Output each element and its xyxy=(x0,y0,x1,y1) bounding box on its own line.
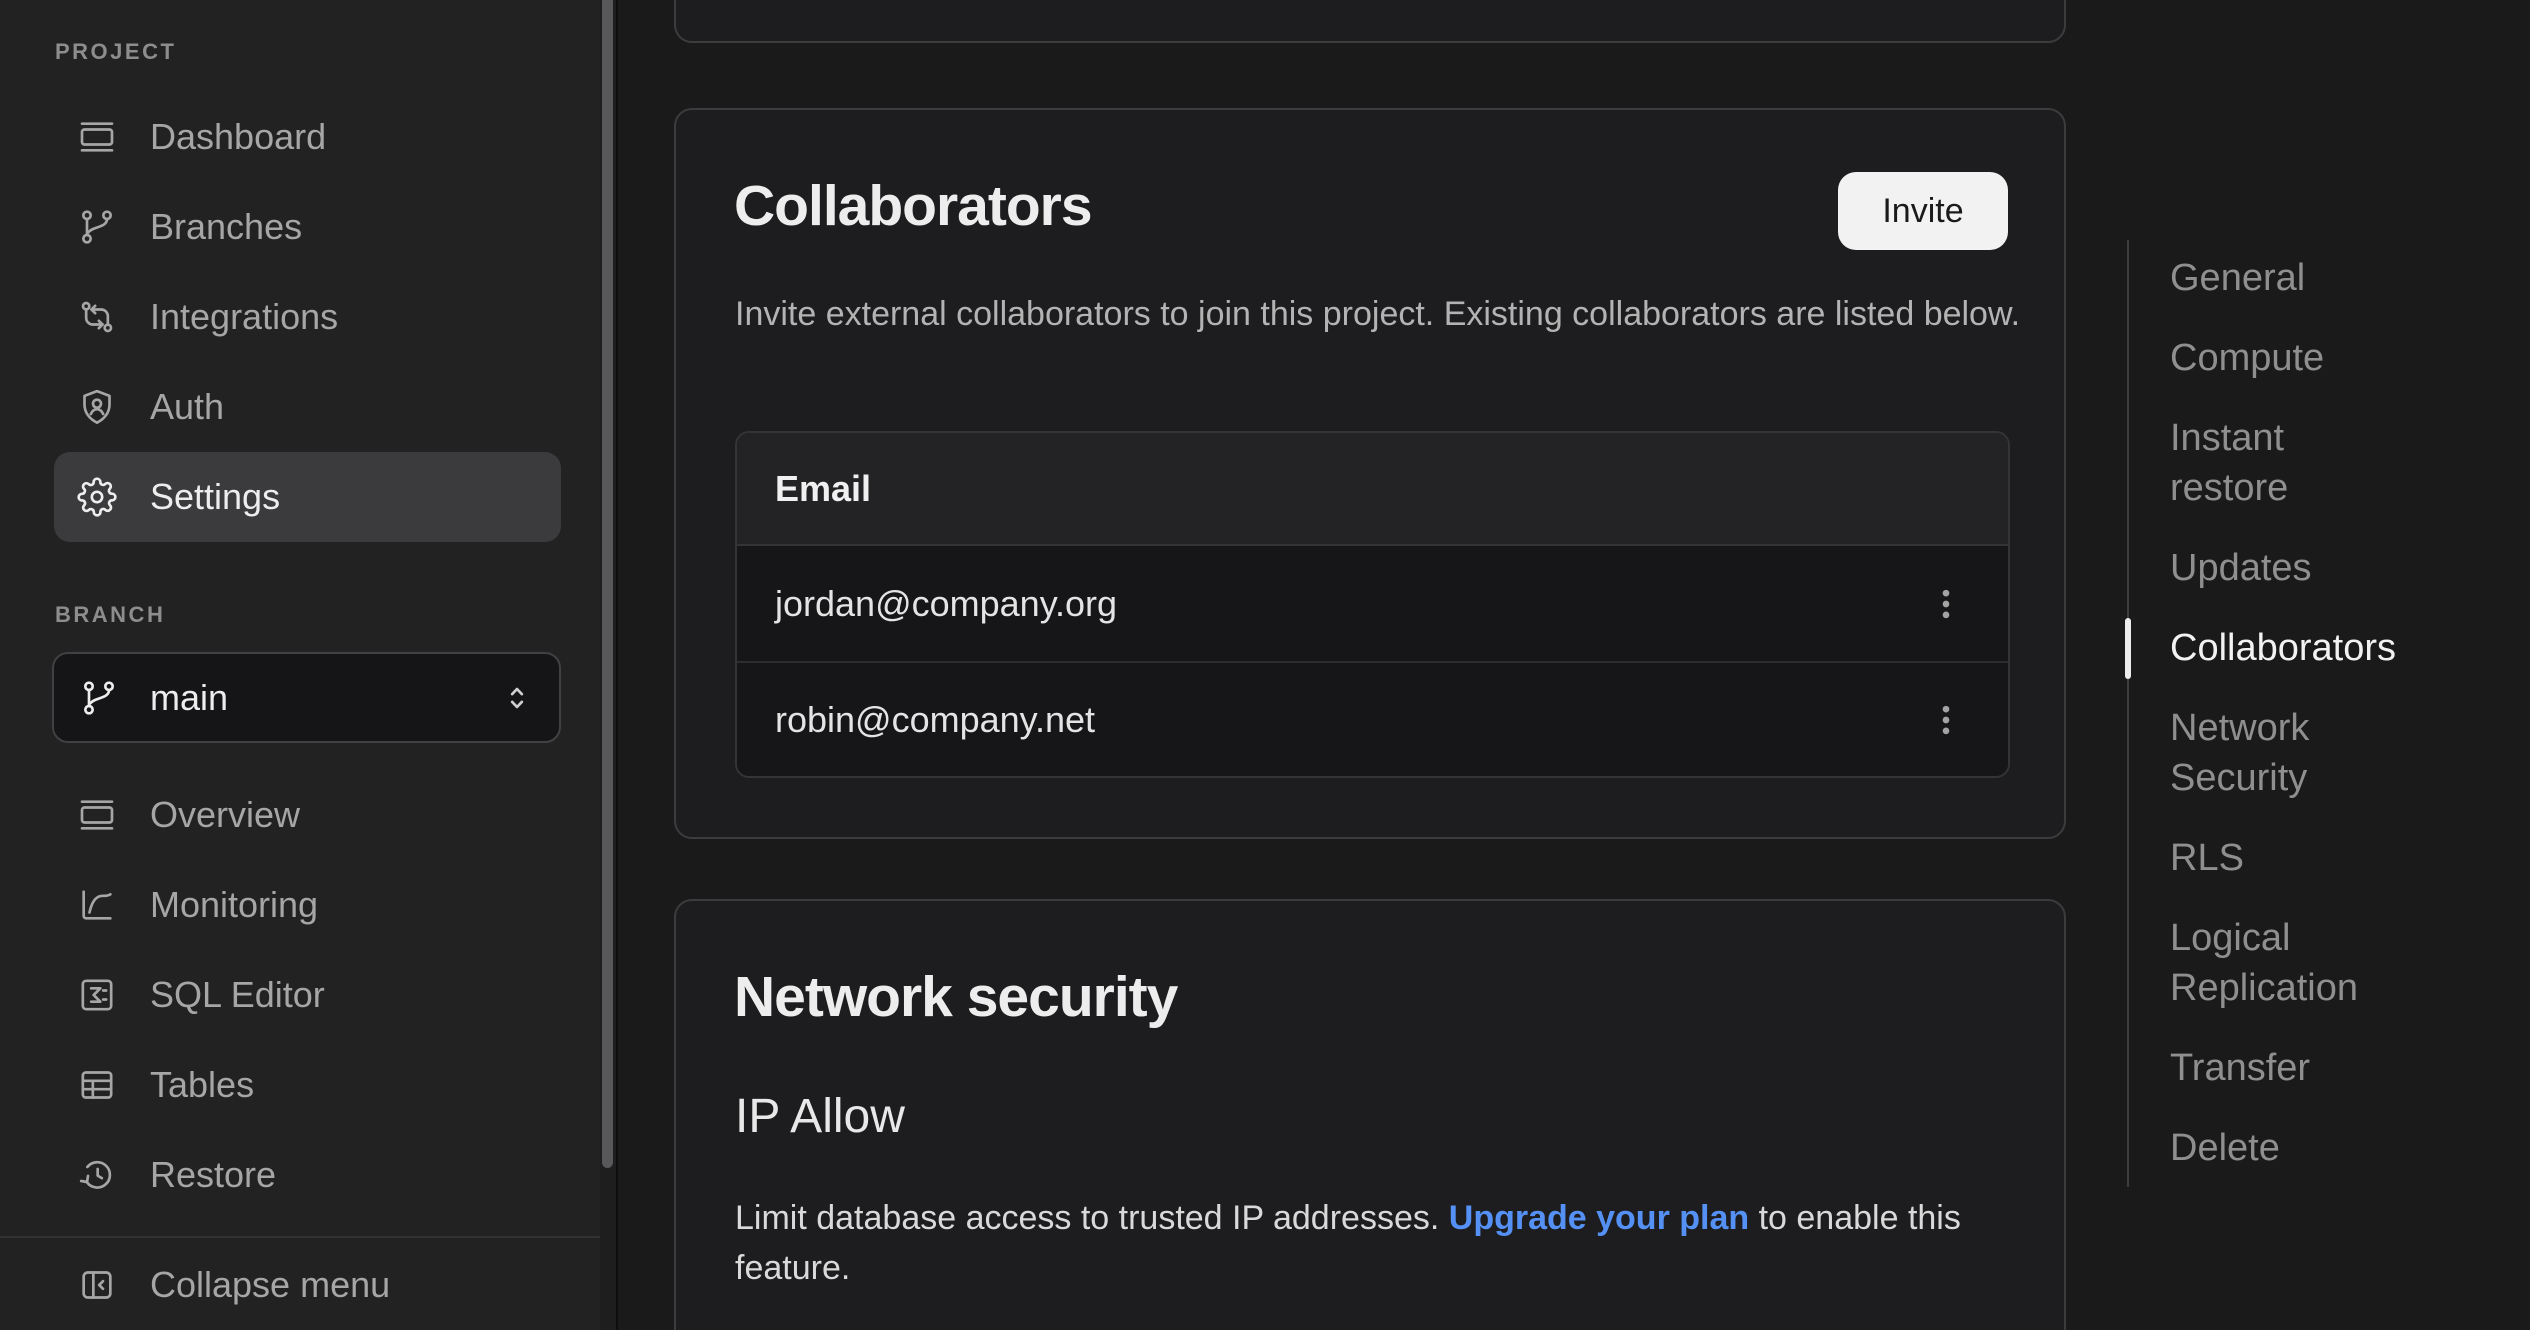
sidebar-item-tables[interactable]: Tables xyxy=(54,1040,561,1130)
collaborators-table: Email jordan@company.org robin@company.n… xyxy=(735,431,2010,778)
dashboard-icon xyxy=(77,117,117,157)
section-nav-rls[interactable]: RLS xyxy=(2170,833,2410,883)
auth-shield-icon xyxy=(77,387,117,427)
row-actions-kebab-button[interactable] xyxy=(1924,692,1968,748)
collaborators-card: Collaborators Invite Invite external col… xyxy=(674,108,2066,839)
branch-selector[interactable]: main xyxy=(52,652,561,743)
collapse-menu-label: Collapse menu xyxy=(150,1264,390,1306)
invite-button[interactable]: Invite xyxy=(1838,172,2008,250)
section-nav-delete[interactable]: Delete xyxy=(2170,1123,2410,1173)
sidebar-item-integrations[interactable]: Integrations xyxy=(54,272,561,362)
sidebar-item-monitoring[interactable]: Monitoring xyxy=(54,860,561,950)
previous-card-partial xyxy=(674,0,2066,43)
sidebar-section-project-label: PROJECT xyxy=(55,39,176,65)
sidebar-item-label: Restore xyxy=(150,1154,276,1196)
sidebar-item-label: Auth xyxy=(150,386,224,428)
sidebar-item-auth[interactable]: Auth xyxy=(54,362,561,452)
sidebar-item-restore[interactable]: Restore xyxy=(54,1130,561,1220)
upgrade-plan-link[interactable]: Upgrade your plan xyxy=(1449,1199,1749,1237)
network-security-title: Network security xyxy=(734,965,1177,1031)
row-actions-kebab-button[interactable] xyxy=(1924,576,1968,632)
sidebar-item-overview[interactable]: Overview xyxy=(54,770,561,860)
active-section-indicator xyxy=(2125,618,2131,679)
settings-section-list: General Compute Instant restore Updates … xyxy=(2170,253,2447,1173)
branch-icon xyxy=(79,678,119,718)
project-nav: Dashboard Branches Integrations Auth xyxy=(0,92,600,542)
sidebar-item-label: Integrations xyxy=(150,296,338,338)
ip-allow-description: Limit database access to trusted IP addr… xyxy=(735,1193,1975,1293)
collapse-panel-icon xyxy=(77,1265,117,1305)
sidebar-scrollbar-track xyxy=(600,0,618,1330)
sidebar-divider xyxy=(0,1236,600,1238)
network-security-card: Network security IP Allow Limit database… xyxy=(674,899,2066,1330)
email-column-header: Email xyxy=(775,468,871,510)
collaborators-title: Collaborators xyxy=(734,174,1092,240)
monitoring-icon xyxy=(77,885,117,925)
ip-allow-subheading: IP Allow xyxy=(735,1089,905,1144)
branch-selector-value: main xyxy=(150,677,468,719)
table-row: jordan@company.org xyxy=(737,546,2008,661)
sidebar-scrollbar-thumb[interactable] xyxy=(602,0,613,1168)
sidebar-item-label: Dashboard xyxy=(150,116,326,158)
settings-section-nav: General Compute Instant restore Updates … xyxy=(2127,240,2447,1187)
ip-allow-text-before: Limit database access to trusted IP addr… xyxy=(735,1199,1439,1237)
section-nav-transfer[interactable]: Transfer xyxy=(2170,1043,2410,1093)
branches-icon xyxy=(77,207,117,247)
section-nav-general[interactable]: General xyxy=(2170,253,2410,303)
collapse-menu-button[interactable]: Collapse menu xyxy=(54,1243,561,1327)
section-nav-compute[interactable]: Compute xyxy=(2170,333,2410,383)
sidebar-item-label: Overview xyxy=(150,794,300,836)
sidebar-item-label: Monitoring xyxy=(150,884,318,926)
collaborator-email: jordan@company.org xyxy=(775,583,1117,625)
sql-editor-icon xyxy=(77,975,117,1015)
sidebar-item-sql-editor[interactable]: SQL Editor xyxy=(54,950,561,1040)
integrations-icon xyxy=(77,297,117,337)
section-nav-logical-replication[interactable]: Logical Replication xyxy=(2170,913,2410,1013)
sidebar: PROJECT Dashboard Branches Integrations xyxy=(0,0,600,1330)
tables-icon xyxy=(77,1065,117,1105)
overview-icon xyxy=(77,795,117,835)
table-header-row: Email xyxy=(737,433,2008,546)
console-page: PROJECT Dashboard Branches Integrations xyxy=(0,0,2530,1330)
section-nav-network-security[interactable]: Network Security xyxy=(2170,703,2410,803)
section-nav-collaborators[interactable]: Collaborators xyxy=(2170,623,2410,673)
section-nav-updates[interactable]: Updates xyxy=(2170,543,2410,593)
collaborators-description: Invite external collaborators to join th… xyxy=(735,289,2025,339)
chevron-up-down-icon xyxy=(499,678,535,718)
sidebar-item-label: SQL Editor xyxy=(150,974,325,1016)
sidebar-item-settings[interactable]: Settings xyxy=(54,452,561,542)
sidebar-item-dashboard[interactable]: Dashboard xyxy=(54,92,561,182)
sidebar-item-label: Tables xyxy=(150,1064,254,1106)
collaborator-email: robin@company.net xyxy=(775,699,1095,741)
sidebar-section-branch-label: BRANCH xyxy=(55,602,165,628)
table-row: robin@company.net xyxy=(737,661,2008,776)
restore-icon xyxy=(77,1155,117,1195)
sidebar-item-branches[interactable]: Branches xyxy=(54,182,561,272)
section-nav-instant-restore[interactable]: Instant restore xyxy=(2170,413,2410,513)
branch-nav: Overview Monitoring SQL Editor Tables xyxy=(0,770,600,1220)
gear-icon xyxy=(77,477,117,517)
sidebar-item-label: Settings xyxy=(150,476,280,518)
sidebar-item-label: Branches xyxy=(150,206,302,248)
